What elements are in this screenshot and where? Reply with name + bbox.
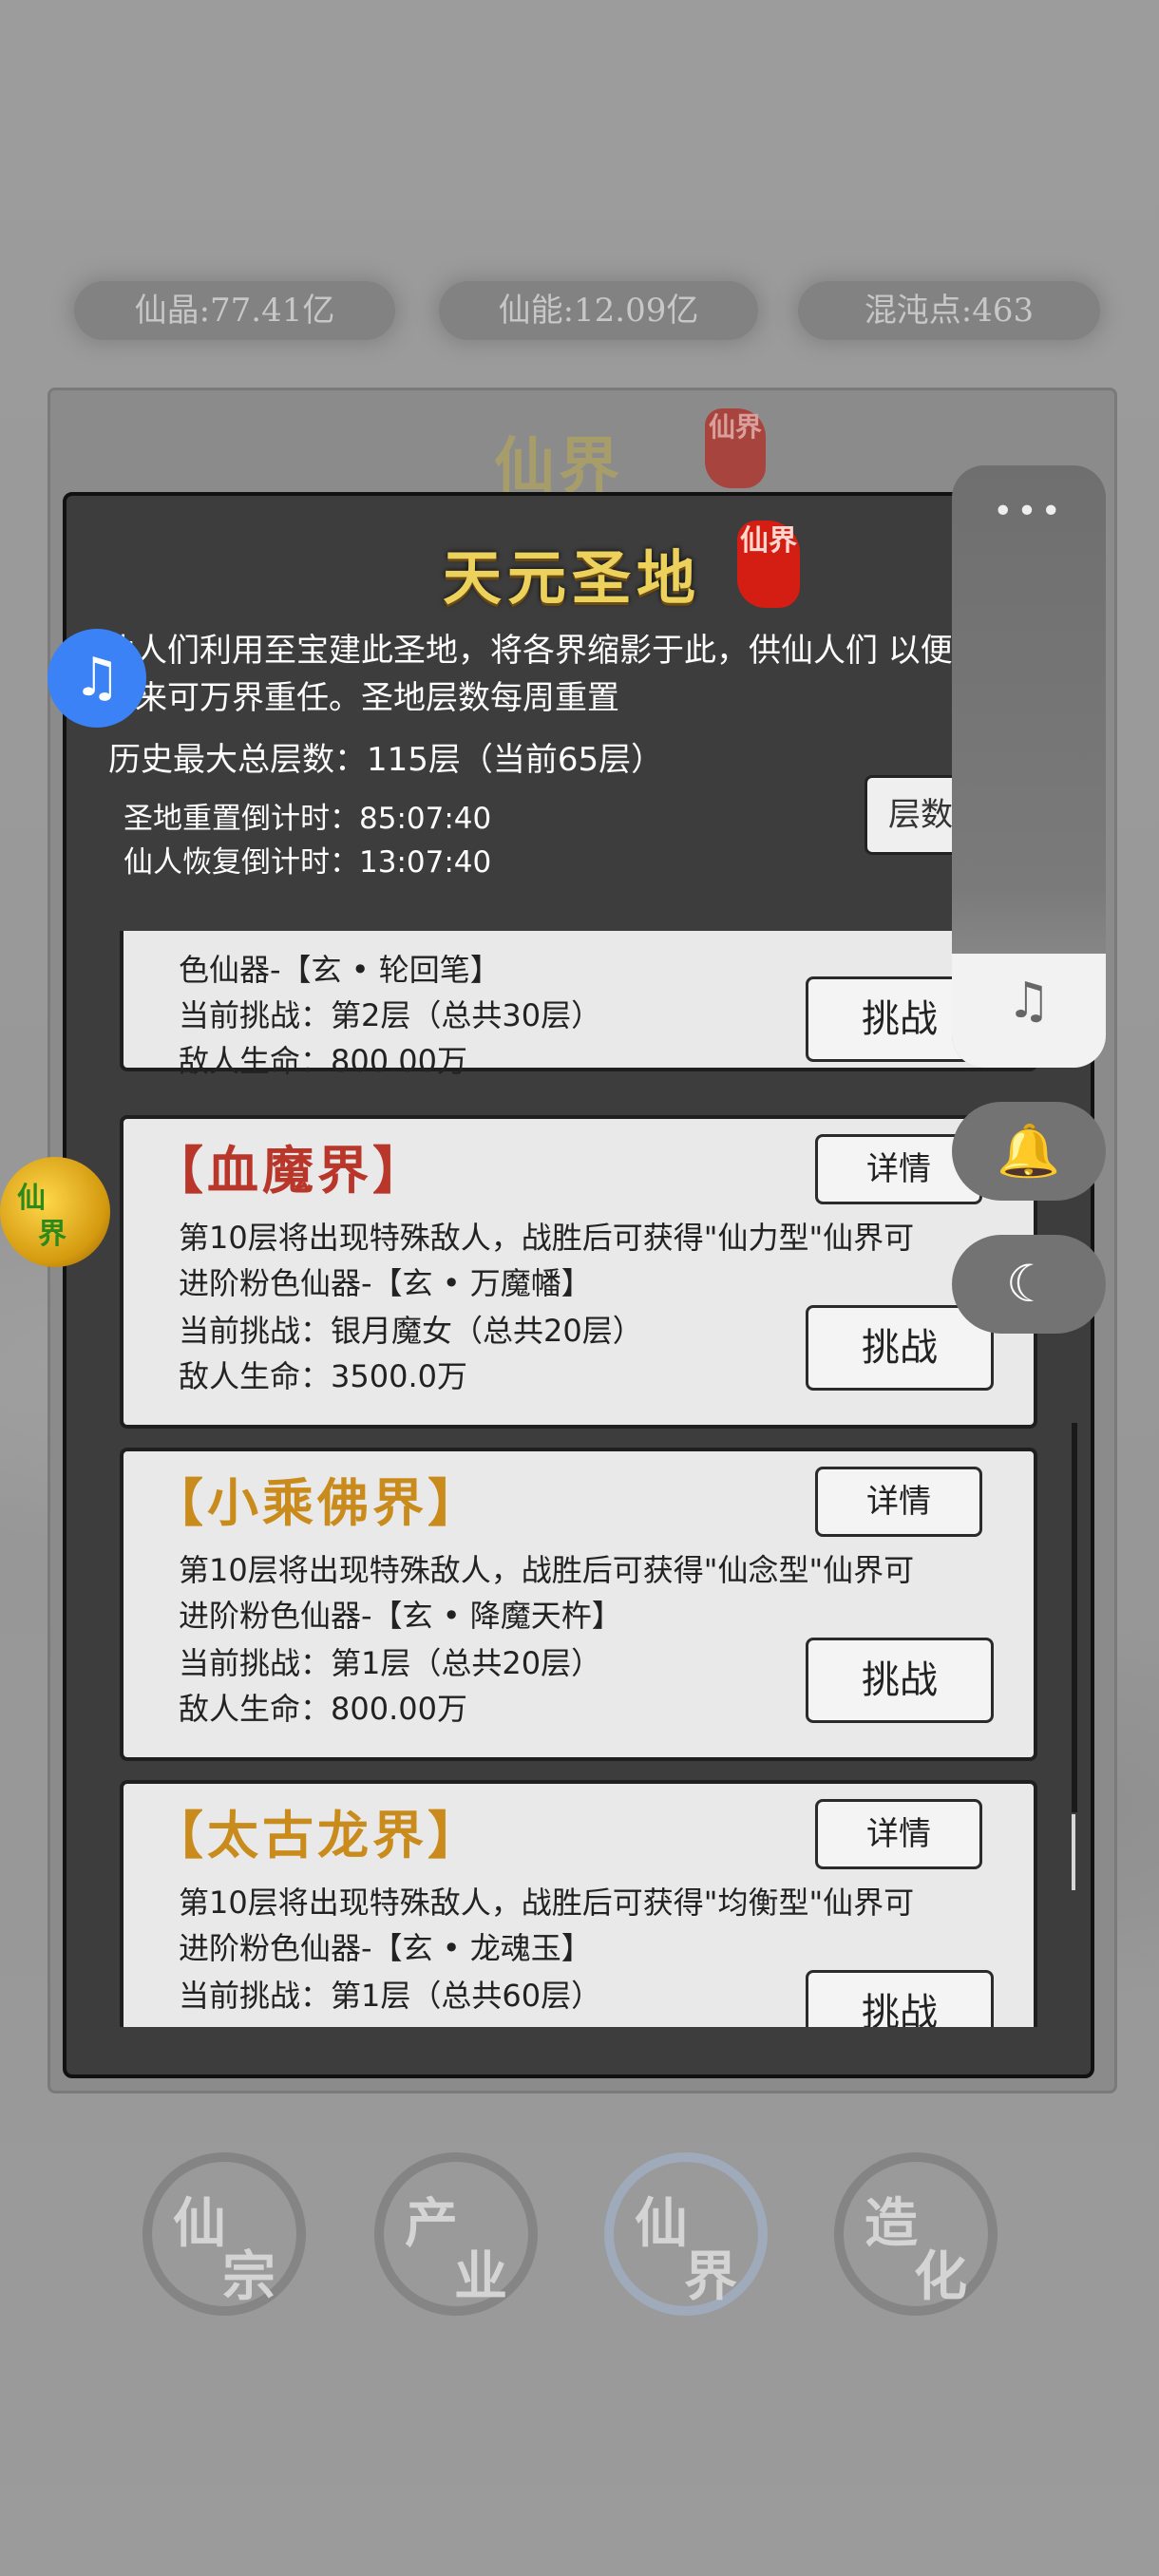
resource-hundun: 混沌点:463 <box>798 281 1100 340</box>
nav-label: 宗 <box>222 2245 276 2308</box>
nav-xianjie[interactable]: 仙 界 <box>604 2152 768 2316</box>
card-reward-item: 进阶粉色仙器-【玄 • 万魔幡】 <box>179 1265 592 1301</box>
card-reward: 第10层将出现特殊敌人，战胜后可获得"仙力型"仙界可 <box>179 1220 915 1256</box>
card-title: 【太古龙界】 <box>152 1805 483 1866</box>
nav-label: 产 <box>405 2192 458 2255</box>
reset-countdown: 圣地重置倒计时：85:07:40 <box>124 802 492 836</box>
panel-seal: 仙界 <box>705 408 766 488</box>
card-reward: 第10层将出现特殊敌人，战胜后可获得"均衡型"仙界可 <box>179 1885 915 1921</box>
dialog-title: 天元圣地 <box>443 543 702 613</box>
card-progress: 当前挑战：第1层（总共60层） <box>179 1978 602 2014</box>
side-control-panel: ••• ♫ <box>952 465 1106 1068</box>
card-progress: 当前挑战：银月魔女（总共20层） <box>179 1313 643 1349</box>
realm-card-xuemo: 【血魔界】 详情 第10层将出现特殊敌人，战胜后可获得"仙力型"仙界可 进阶粉色… <box>120 1115 1037 1429</box>
nav-label: 仙 <box>635 2192 688 2255</box>
card-reward: 色仙器-【玄 • 轮回笔】 <box>179 952 501 988</box>
dialog-seal: 仙界 <box>737 521 800 608</box>
moon-icon[interactable]: ☾ <box>952 1235 1106 1334</box>
realm-card-taigu: 【太古龙界】 详情 第10层将出现特殊敌人，战胜后可获得"均衡型"仙界可 进阶粉… <box>120 1780 1037 2027</box>
card-reward-item: 进阶粉色仙器-【玄 • 降魔天杵】 <box>179 1598 622 1634</box>
nav-label: 造 <box>864 2192 918 2255</box>
card-title: 【小乘佛界】 <box>152 1472 483 1533</box>
detail-button[interactable]: 详情 <box>815 1467 982 1537</box>
card-reward: 第10层将出现特殊敌人，战胜后可获得"仙念型"仙界可 <box>179 1552 915 1588</box>
realm-list[interactable]: 色仙器-【玄 • 轮回笔】 当前挑战：第2层（总共30层） 敌人生命：800.0… <box>114 931 1037 2027</box>
card-progress: 当前挑战：第2层（总共30层） <box>179 997 602 1033</box>
nav-label: 化 <box>914 2245 967 2308</box>
card-enemy-hp: 敌人生命：800.00万 <box>179 1043 467 1079</box>
list-scrollbar[interactable] <box>1072 1423 1077 1812</box>
nav-xianzong[interactable]: 仙 宗 <box>142 2152 306 2316</box>
resource-xianneng: 仙能:12.09亿 <box>439 281 758 340</box>
realm-card-xiaocheng: 【小乘佛界】 详情 第10层将出现特殊敌人，战胜后可获得"仙念型"仙界可 进阶粉… <box>120 1448 1037 1761</box>
challenge-button[interactable]: 挑战 <box>806 1638 994 1723</box>
nav-label: 业 <box>454 2245 507 2308</box>
recover-countdown: 仙人恢复倒计时：13:07:40 <box>124 845 492 880</box>
realm-card: 色仙器-【玄 • 轮回笔】 当前挑战：第2层（总共30层） 敌人生命：800.0… <box>120 931 1037 1079</box>
nav-label: 仙 <box>173 2192 226 2255</box>
card-enemy-hp: 敌人生命：800.00万 <box>179 1691 467 1727</box>
music-toggle[interactable]: ♫ <box>952 954 1106 1068</box>
history-max-layers: 历史最大总层数：115层（当前65层） <box>108 741 664 779</box>
card-progress: 当前挑战：第1层（总共20层） <box>179 1645 602 1681</box>
music-note-icon: ♫ <box>1006 973 1052 1030</box>
challenge-button[interactable]: 挑战 <box>806 1970 994 2027</box>
card-reward-item: 进阶粉色仙器-【玄 • 龙魂玉】 <box>179 1930 592 1966</box>
card-title: 【血魔界】 <box>152 1140 428 1201</box>
dialog-description: 仙人们利用至宝建此圣地，将各界缩影于此，供仙人们 以便未来可万界重任。圣地层数每… <box>103 632 953 717</box>
nav-chanye[interactable]: 产 业 <box>374 2152 538 2316</box>
floating-music-icon[interactable]: ♫ <box>48 629 146 728</box>
floating-xianjie-icon[interactable]: 仙 界 <box>0 1157 110 1267</box>
float-label: 界 <box>38 1218 66 1251</box>
resource-xianjing: 仙晶:77.41亿 <box>74 281 395 340</box>
list-scrollbar-thumb[interactable] <box>1072 1814 1075 1890</box>
nav-zaohua[interactable]: 造 化 <box>834 2152 998 2316</box>
card-enemy-hp: 敌人生命：3500.0万 <box>179 1358 467 1394</box>
more-icon[interactable]: ••• <box>952 492 1106 531</box>
bell-icon[interactable]: 🔔 <box>952 1102 1106 1201</box>
nav-label: 界 <box>684 2245 737 2308</box>
detail-button[interactable]: 详情 <box>815 1799 982 1869</box>
